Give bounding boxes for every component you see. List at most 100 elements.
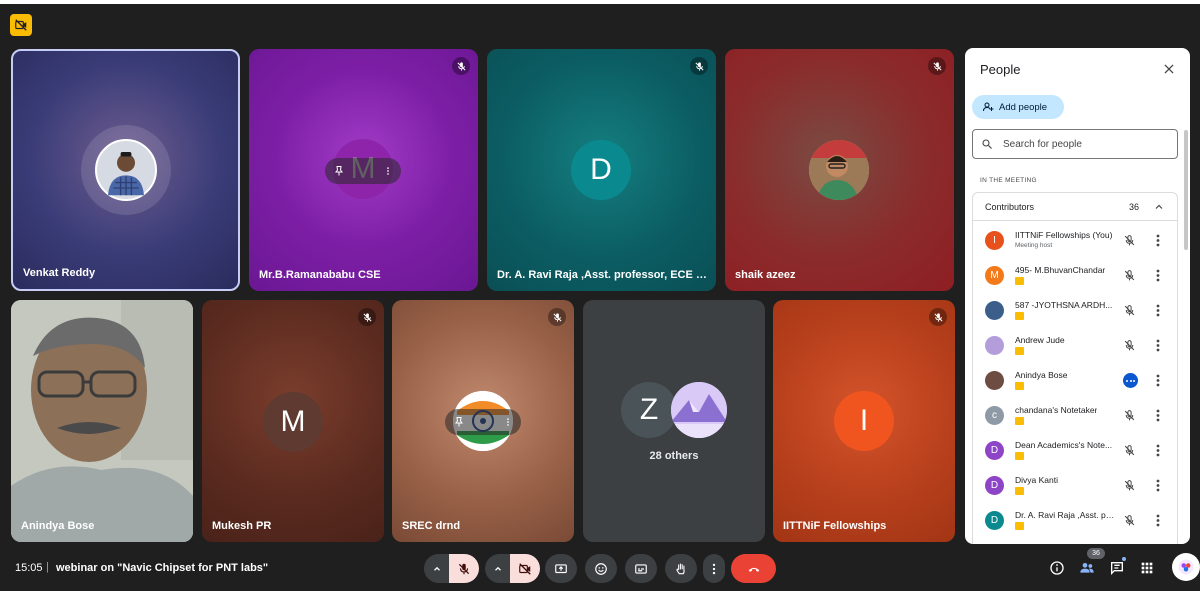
gemini-button[interactable]: [1172, 553, 1200, 581]
participant-row[interactable]: M 495- M.BhuvanChandar: [973, 258, 1177, 293]
more-options-icon[interactable]: [1156, 304, 1160, 317]
muted-mic-icon: [928, 57, 946, 75]
more-actions-active-icon[interactable]: [1123, 373, 1138, 388]
participant-name: Andrew Jude: [1015, 335, 1065, 345]
participant-avatar: [985, 336, 1004, 355]
more-options-icon[interactable]: [1156, 374, 1160, 387]
people-icon[interactable]: [1079, 560, 1095, 576]
participant-tile-ramanababu[interactable]: M Mr.B.Ramanababu CSE: [249, 49, 478, 291]
participant-name: Anindya Bose: [21, 520, 95, 532]
camera-toggle-button[interactable]: [510, 554, 540, 583]
raise-hand-button[interactable]: [665, 554, 697, 583]
participant-avatar: D: [985, 441, 1004, 460]
avatar-initial: I: [859, 404, 869, 437]
camera-off-indicator-icon[interactable]: [10, 14, 32, 36]
participant-tile-srec-drnd[interactable]: SREC drnd: [392, 300, 574, 542]
others-tile[interactable]: Z 28 others: [583, 300, 765, 542]
participant-name: 587 -JYOTHSNA ARDH...: [1015, 300, 1113, 310]
participant-row[interactable]: Anindya Bose: [973, 363, 1177, 398]
pin-icon[interactable]: [333, 165, 345, 177]
more-options-icon[interactable]: [383, 165, 393, 177]
contributor-badge-icon: [1015, 277, 1024, 285]
section-label: IN THE MEETING: [980, 177, 1037, 184]
search-input[interactable]: [1003, 138, 1163, 150]
leave-call-button[interactable]: [731, 554, 776, 583]
contributor-badge-icon: [1015, 347, 1024, 355]
mic-off-icon[interactable]: [1123, 409, 1136, 422]
muted-mic-icon: [358, 308, 376, 326]
participant-avatar: c: [985, 406, 1004, 425]
muted-mic-icon: [690, 57, 708, 75]
participant-tile-iittnif[interactable]: I IITTNiF Fellowships: [773, 300, 955, 542]
mic-off-icon[interactable]: [1123, 479, 1136, 492]
participant-avatar: M: [263, 392, 323, 452]
divider: [973, 220, 1177, 221]
captions-button[interactable]: [625, 554, 657, 583]
mic-off-icon[interactable]: [1123, 304, 1136, 317]
more-options-icon[interactable]: [1156, 409, 1160, 422]
chevron-up-icon: [434, 566, 440, 571]
more-options-icon[interactable]: [503, 416, 513, 428]
participant-avatar: I: [834, 391, 894, 451]
participant-role: Meeting host: [1015, 242, 1053, 249]
chevron-up-icon[interactable]: [1153, 201, 1165, 213]
more-options-icon[interactable]: [1156, 234, 1160, 247]
more-options-icon[interactable]: [1156, 269, 1160, 282]
add-people-label: Add people: [999, 101, 1048, 113]
participant-tile-mukesh-pr[interactable]: M Mukesh PR: [202, 300, 384, 542]
contributors-label[interactable]: Contributors: [985, 202, 1034, 212]
mic-off-icon[interactable]: [1123, 269, 1136, 282]
participant-name: Dean Academics's Note...: [1015, 440, 1113, 450]
meeting-details-icon[interactable]: [1049, 560, 1065, 576]
others-count-label: 28 others: [649, 450, 699, 462]
contributor-badge-icon: [1015, 487, 1024, 495]
participant-row[interactable]: D Dean Academics's Note...: [973, 433, 1177, 468]
reactions-button[interactable]: [585, 554, 617, 583]
mic-off-icon[interactable]: [1123, 444, 1136, 457]
add-people-button[interactable]: Add people: [972, 95, 1064, 119]
participant-tile-shaik-azeez[interactable]: shaik azeez: [725, 49, 954, 291]
participant-row[interactable]: Andrew Jude: [973, 328, 1177, 363]
participant-name: shaik azeez: [735, 269, 796, 281]
video-options-button[interactable]: [485, 554, 511, 583]
participant-tile-venkat-reddy[interactable]: Venkat Reddy: [11, 49, 240, 291]
meeting-time: 15:05: [15, 562, 43, 574]
participant-list: I IITTNiF Fellowships (You) Meeting host M 4…: [973, 223, 1177, 538]
more-options-icon[interactable]: [1156, 479, 1160, 492]
more-options-icon[interactable]: [1156, 444, 1160, 457]
contributor-badge-icon: [1015, 312, 1024, 320]
mic-off-icon[interactable]: [1123, 234, 1136, 247]
more-options-icon[interactable]: [1156, 514, 1160, 527]
chat-icon[interactable]: [1109, 560, 1125, 576]
more-options-icon[interactable]: [1156, 339, 1160, 352]
hand-icon: [676, 563, 685, 574]
participant-avatar: Z: [621, 382, 677, 438]
participant-row[interactable]: c chandana's Notetaker: [973, 398, 1177, 433]
participant-tile-anindya-bose[interactable]: Anindya Bose: [11, 300, 193, 542]
participant-name: Mr.B.Ramanababu CSE: [259, 269, 381, 281]
participant-row[interactable]: D Dr. A. Ravi Raja ,Asst. pr...: [973, 503, 1177, 538]
pin-icon[interactable]: [453, 416, 465, 428]
audio-options-button[interactable]: [424, 554, 450, 583]
contributor-badge-icon: [1015, 452, 1024, 460]
close-icon[interactable]: [1162, 62, 1176, 76]
search-icon: [982, 139, 992, 149]
mic-off-icon[interactable]: [1123, 339, 1136, 352]
avatar-initial: I: [993, 235, 996, 246]
add-person-icon: [983, 102, 994, 112]
participant-row[interactable]: D Divya Kanti: [973, 468, 1177, 503]
activities-grid-icon[interactable]: [1139, 560, 1155, 576]
mic-off-icon[interactable]: [1123, 514, 1136, 527]
participant-avatar: D: [985, 511, 1004, 530]
participant-avatar: D: [571, 140, 631, 200]
present-screen-button[interactable]: [545, 554, 577, 583]
participant-row[interactable]: I IITTNiF Fellowships (You) Meeting host: [973, 223, 1177, 258]
participant-photo-avatar: [95, 139, 157, 201]
participant-row[interactable]: 587 -JYOTHSNA ARDH...: [973, 293, 1177, 328]
more-options-button[interactable]: [703, 554, 725, 583]
meeting-title: webinar on "Navic Chipset for PNT labs": [56, 562, 269, 574]
panel-scrollbar[interactable]: [1184, 130, 1188, 250]
participant-tile-ravi-raja[interactable]: D Dr. A. Ravi Raja ,Asst. professor, ECE…: [487, 49, 716, 291]
search-field[interactable]: [972, 129, 1178, 159]
microphone-toggle-button[interactable]: [449, 554, 479, 583]
